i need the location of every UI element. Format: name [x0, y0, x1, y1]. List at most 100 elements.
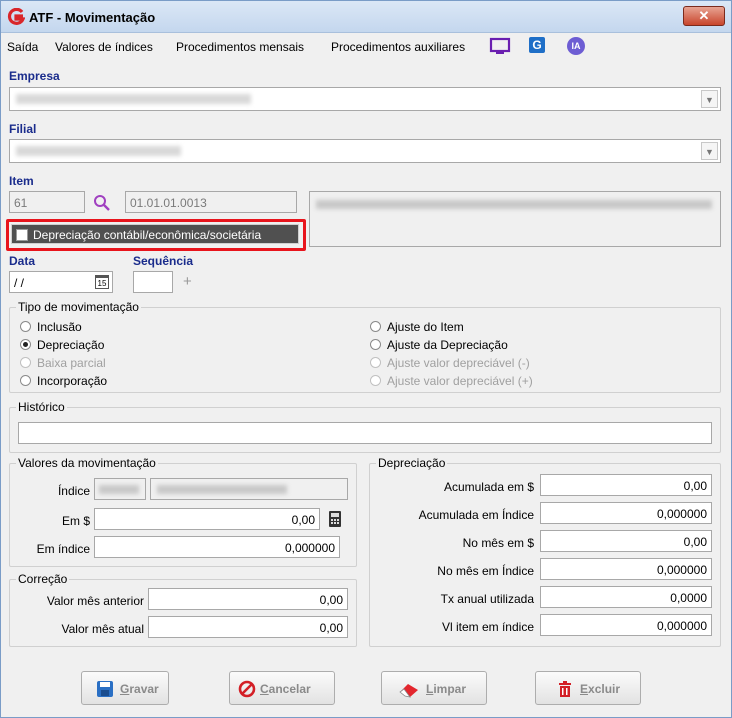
limpar-button[interactable]: Limpar — [381, 671, 487, 705]
data-label: Data — [9, 254, 36, 268]
no-mes-value: 0,00 — [683, 535, 707, 549]
plus-icon[interactable]: + — [183, 273, 192, 290]
app-logo-icon — [7, 8, 25, 25]
historico-title: Histórico — [16, 400, 67, 414]
radio-label: Incorporação — [37, 374, 108, 388]
atf-movimentacao-window: ATF - Movimentação ✕ Saída Valores de ín… — [0, 0, 732, 718]
historico-input[interactable] — [18, 422, 712, 444]
depreciacao-group: Depreciação Acumulada em $ 0,00 Acumulad… — [369, 456, 721, 647]
calendar-icon[interactable]: 15 — [95, 275, 109, 289]
indice-name-redacted — [157, 485, 287, 494]
correcao-title: Correção — [16, 572, 70, 586]
em-label: Em $ — [61, 514, 90, 528]
radio-circle — [370, 357, 381, 368]
ia-assistant-icon[interactable]: IA — [567, 37, 585, 55]
acumulada-indice-value: 0,000000 — [656, 507, 707, 521]
radio-circle — [370, 321, 381, 332]
vl-item-indice-field[interactable]: 0,000000 — [540, 614, 712, 636]
item-description-redacted — [316, 200, 712, 209]
acumulada-indice-field[interactable]: 0,000000 — [540, 502, 712, 524]
radio-depreciacao[interactable]: Depreciação — [20, 338, 104, 352]
no-mes-indice-field[interactable]: 0,000000 — [540, 558, 712, 580]
tx-anual-label: Tx anual utilizada — [440, 592, 534, 606]
valor-mes-atual-label: Valor mês atual — [61, 622, 144, 636]
indice-code-redacted — [99, 485, 139, 494]
menu-item-saida[interactable]: Saída — [7, 40, 38, 54]
em-field[interactable]: 0,00 — [94, 508, 320, 530]
radio-circle — [20, 375, 31, 386]
radio-circle — [20, 357, 31, 368]
radio-ajuste-valor-mais[interactable]: Ajuste valor depreciável (+) — [370, 374, 533, 388]
sequencia-field[interactable] — [133, 271, 173, 293]
excluir-button[interactable]: Excluir — [535, 671, 641, 705]
radio-label: Depreciação — [37, 338, 105, 352]
em-indice-label: Em índice — [36, 542, 90, 556]
empresa-select[interactable]: ▼ — [9, 87, 721, 111]
menu-item-valores-indices[interactable]: Valores de índices — [55, 40, 153, 54]
cancelar-label: Cancelar — [260, 682, 311, 696]
filial-value-redacted — [16, 146, 181, 156]
valor-mes-anterior-label: Valor mês anterior — [46, 594, 144, 608]
tipo-movimentacao-title: Tipo de movimentação — [16, 300, 141, 314]
eraser-icon — [399, 684, 418, 698]
indice-code-field — [94, 478, 146, 500]
search-icon[interactable] — [93, 194, 111, 212]
close-button[interactable]: ✕ — [683, 6, 725, 26]
cancelar-button[interactable]: Cancelar — [229, 671, 335, 705]
vl-item-indice-value: 0,000000 — [656, 619, 707, 633]
excluir-label: Excluir — [580, 682, 621, 696]
no-mes-field[interactable]: 0,00 — [540, 530, 712, 552]
menu-item-procedimentos-mensais[interactable]: Procedimentos mensais — [176, 40, 304, 54]
item-code-value: 61 — [14, 196, 28, 210]
acumulada-field[interactable]: 0,00 — [540, 474, 712, 496]
radio-label: Ajuste da Depreciação — [387, 338, 508, 352]
depreciacao-title: Depreciação — [376, 456, 448, 470]
data-date-field[interactable]: / / 15 — [9, 271, 113, 293]
item-label: Item — [9, 174, 34, 188]
item-account-field: 01.01.01.0013 — [125, 191, 297, 213]
depreciacao-checkbox-label: Depreciação contábil/econômica/societári… — [33, 228, 262, 242]
tx-anual-value: 0,0000 — [670, 591, 707, 605]
radio-baixa-parcial[interactable]: Baixa parcial — [20, 356, 106, 370]
em-indice-field[interactable]: 0,000000 — [94, 536, 340, 558]
chevron-down-icon[interactable]: ▼ — [701, 90, 718, 108]
limpar-label: Limpar — [426, 682, 467, 696]
radio-label: Baixa parcial — [37, 356, 106, 370]
indice-name-field — [150, 478, 348, 500]
item-account-value: 01.01.01.0013 — [130, 196, 207, 210]
item-code-field[interactable]: 61 — [9, 191, 85, 213]
depreciacao-checkbox-row[interactable]: Depreciação contábil/econômica/societári… — [11, 224, 299, 244]
radio-inclusao[interactable]: Inclusão — [20, 320, 82, 334]
filial-select[interactable]: ▼ — [9, 139, 721, 163]
no-mes-label: No mês em $ — [462, 536, 534, 550]
radio-ajuste-depreciacao[interactable]: Ajuste da Depreciação — [370, 338, 508, 352]
monitor-icon[interactable] — [489, 37, 511, 55]
acumulada-indice-label: Acumulada em Índice — [418, 508, 534, 522]
radio-label: Inclusão — [37, 320, 82, 334]
depreciacao-checkbox[interactable] — [16, 229, 28, 241]
em-value: 0,00 — [291, 513, 315, 527]
gravar-label: Gravar — [120, 682, 159, 696]
gravar-button[interactable]: Gravar — [81, 671, 169, 705]
cancel-icon — [238, 680, 256, 698]
menu-item-procedimentos-auxiliares[interactable]: Procedimentos auxiliares — [331, 40, 465, 54]
chevron-down-icon[interactable]: ▼ — [701, 142, 718, 160]
radio-circle — [20, 321, 31, 332]
radio-label: Ajuste valor depreciável (+) — [387, 374, 533, 388]
data-value: / / — [14, 276, 25, 290]
radio-incorporacao[interactable]: Incorporação — [20, 374, 107, 388]
radio-ajuste-item[interactable]: Ajuste do Item — [370, 320, 464, 334]
tipo-movimentacao-group: Tipo de movimentação Inclusão Depreciaçã… — [9, 300, 721, 393]
valor-mes-atual-field[interactable]: 0,00 — [148, 616, 348, 638]
empresa-label: Empresa — [9, 69, 60, 83]
radio-ajuste-valor-menos[interactable]: Ajuste valor depreciável (-) — [370, 356, 530, 370]
tx-anual-field[interactable]: 0,0000 — [540, 586, 712, 608]
valores-movimentacao-title: Valores da movimentação — [16, 456, 158, 470]
radio-circle — [370, 375, 381, 386]
radio-circle — [370, 339, 381, 350]
valor-mes-anterior-field[interactable]: 0,00 — [148, 588, 348, 610]
item-description-field — [309, 191, 721, 247]
calculator-icon[interactable] — [328, 510, 342, 528]
g-app-icon[interactable]: G — [529, 37, 545, 53]
sequencia-label: Sequência — [133, 254, 194, 268]
